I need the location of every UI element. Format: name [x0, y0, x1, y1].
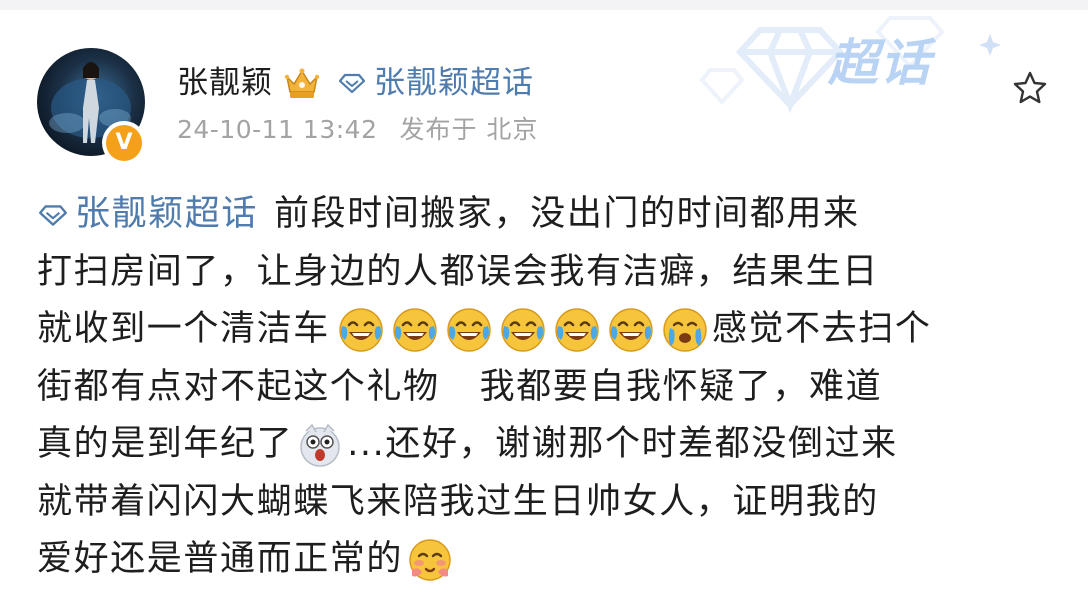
post-text: 我都要自我怀疑了，难道 [479, 366, 883, 407]
post-body: 张靓颖超话 前段时间搬家，没出门的时间都用来 打扫房间了，让身边的人都误会我有洁… [37, 186, 1057, 589]
post-line-5: 真的是到年纪了 ...还好，谢谢那个时差都没倒过来 [37, 416, 1057, 474]
star-outline-icon [1013, 71, 1047, 104]
post-location: 发布于 北京 [399, 115, 539, 144]
post-text: 打扫房间了，让身边的人都误会我有洁癖，结果生日 [37, 251, 879, 292]
post-text: 就收到一个清洁车 [37, 309, 330, 349]
post-line-6: 就带着闪闪大蝴蝶飞来陪我过生日帅女人，证明我的 [37, 474, 1057, 532]
laugh-cry-emoji-icon [393, 308, 437, 352]
kissing-hug-face-icon [409, 539, 451, 581]
post-text: ...还好，谢谢那个时差都没倒过来 [347, 424, 898, 464]
post-text: 就带着闪闪大蝴蝶飞来陪我过生日帅女人，证明我的 [37, 481, 879, 522]
crown-icon [283, 65, 321, 101]
super-topic-link[interactable]: 张靓颖超话 [337, 64, 534, 101]
diamond-topic-icon [338, 73, 366, 94]
post-line-7: 爱好还是普通而正常的 [37, 531, 1057, 589]
post-text: 前段时间搬家，没出门的时间都用来 [274, 194, 860, 234]
inline-topic-label: 张靓颖超话 [75, 194, 259, 234]
laugh-cry-emoji-icon [609, 308, 653, 352]
laugh-cry-emoji-icon [555, 308, 599, 352]
laugh-cry-emoji-icon [339, 308, 383, 352]
post-line-2: 打扫房间了，让身边的人都误会我有洁癖，结果生日 [37, 244, 1057, 302]
crying-face-icon [663, 308, 707, 352]
laugh-cry-emoji-icon [501, 308, 545, 352]
post-text: 爱好还是普通而正常的 [37, 539, 404, 579]
inline-topic-link[interactable]: 张靓颖超话 [37, 186, 258, 244]
post-text: 真的是到年纪了 [37, 424, 294, 464]
author-row: 张靓颖 张靓颖超话 [177, 59, 534, 107]
post-timestamp: 24-10-11 13:42 [177, 115, 378, 144]
post-meta: 24-10-11 13:42 发布于 北京 [177, 117, 538, 142]
laugh-cry-emoji-icon [447, 308, 491, 352]
author-name[interactable]: 张靓颖 [177, 67, 273, 99]
post-line-1: 张靓颖超话 前段时间搬家，没出门的时间都用来 [37, 186, 1057, 244]
verified-v-icon: V [106, 125, 142, 161]
shocked-face-icon [300, 423, 340, 467]
post-line-3: 就收到一个清洁车 感觉不去扫个 [37, 301, 1057, 359]
post-text: 街都有点对不起这个礼物 [37, 366, 440, 407]
post-text: 感觉不去扫个 [711, 309, 932, 349]
laugh-cry-emoji-row [334, 306, 658, 354]
super-topic-label: 张靓颖超话 [374, 64, 534, 101]
post-line-4: 街都有点对不起这个礼物 我都要自我怀疑了，难道 [37, 359, 1057, 417]
top-separator [0, 0, 1088, 10]
verified-badge: V [102, 121, 146, 165]
super-topic-brand: 超话 [828, 34, 932, 92]
favorite-star-button[interactable] [1008, 66, 1052, 110]
diamond-topic-icon [39, 205, 67, 226]
